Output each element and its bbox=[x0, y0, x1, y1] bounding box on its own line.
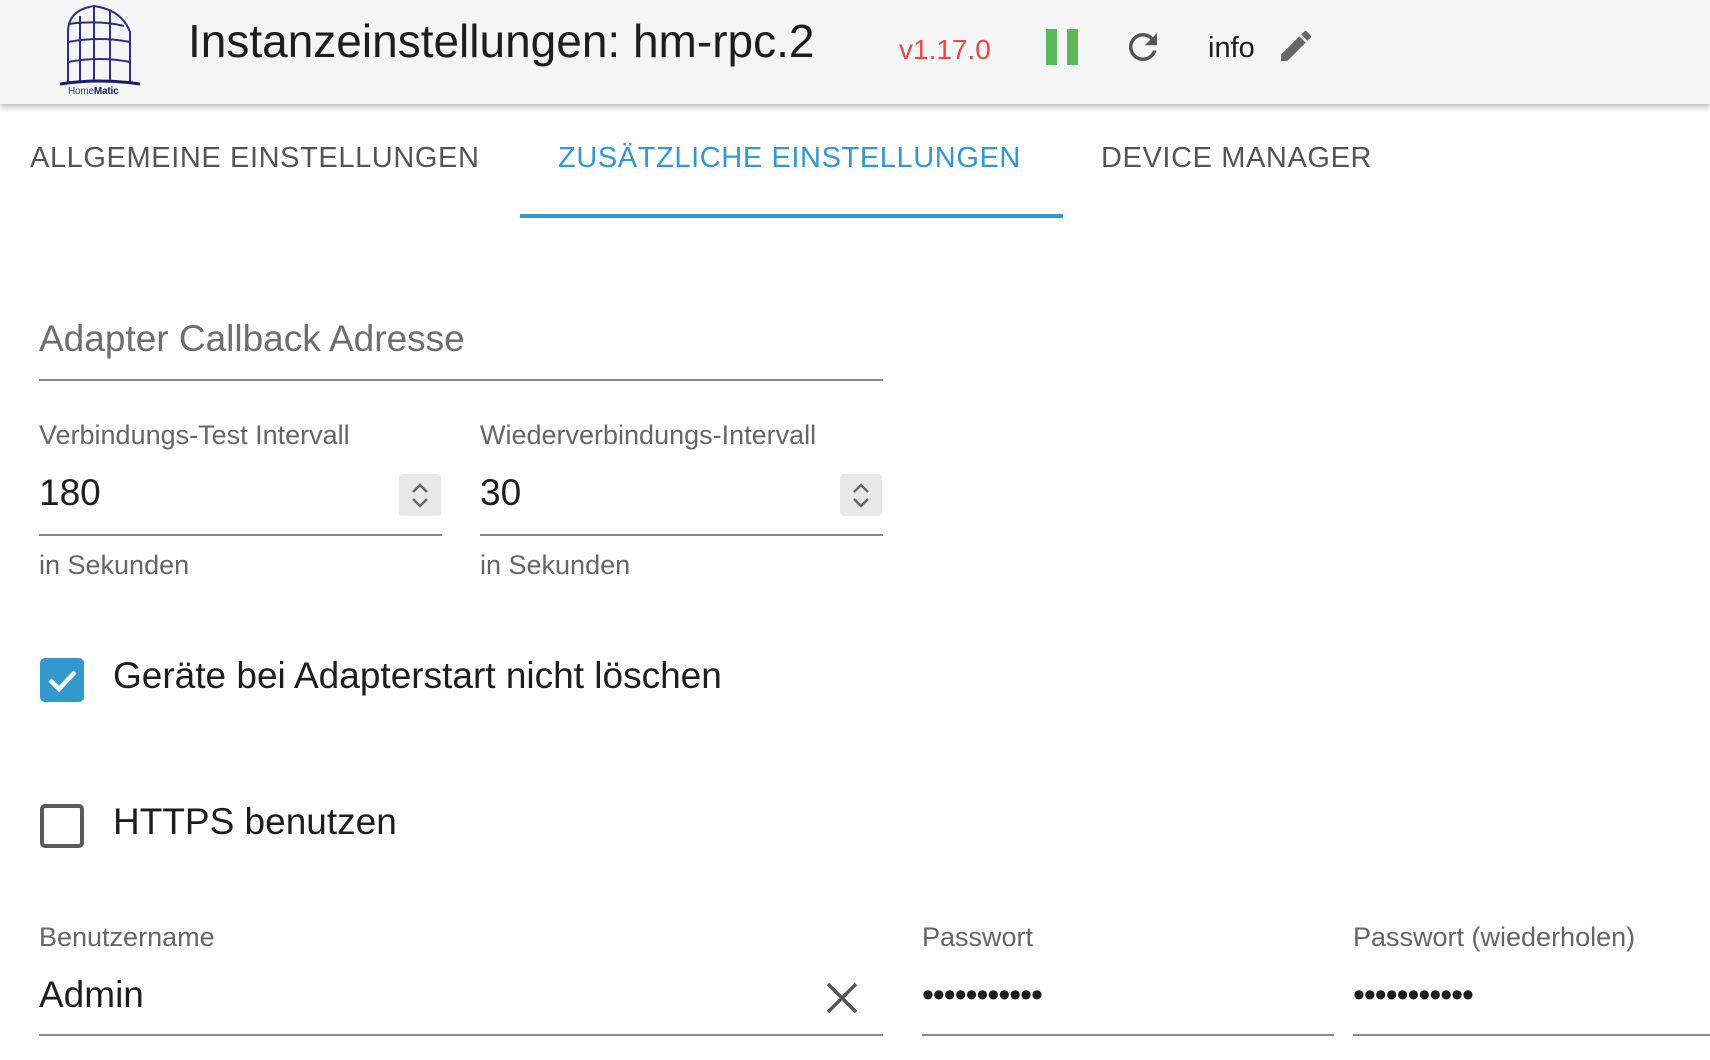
username-underline bbox=[39, 1034, 883, 1036]
reconnect-interval-underline bbox=[480, 534, 883, 536]
homematic-logo: HomeMatic bbox=[59, 2, 141, 98]
password-label: Passwort bbox=[922, 922, 1034, 952]
test-interval-stepper[interactable] bbox=[399, 474, 441, 516]
tab-zusaetzliche-einstellungen[interactable]: ZUSÄTZLICHE EINSTELLUNGEN bbox=[558, 142, 1021, 175]
username-label: Benutzername bbox=[39, 922, 215, 952]
password-underline bbox=[922, 1034, 1334, 1036]
edit-icon[interactable] bbox=[1276, 26, 1316, 66]
test-interval-label: Verbindungs-Test Intervall bbox=[39, 420, 350, 450]
version-badge: v1.17.0 bbox=[899, 34, 991, 65]
page-title: Instanzeinstellungen: hm-rpc.2 bbox=[188, 15, 815, 67]
app-header: HomeMatic Instanzeinstellungen: hm-rpc.2… bbox=[0, 0, 1710, 104]
password-repeat-input[interactable]: ••••••••••• bbox=[1353, 976, 1474, 1015]
reconnect-interval-stepper[interactable] bbox=[840, 474, 882, 516]
tab-allgemeine-einstellungen[interactable]: ALLGEMEINE EINSTELLUNGEN bbox=[30, 142, 480, 175]
reconnect-interval-input[interactable]: 30 bbox=[480, 472, 521, 514]
password-repeat-label: Passwort (wiederholen) bbox=[1353, 922, 1636, 952]
check-icon bbox=[48, 670, 77, 693]
tab-bar: ALLGEMEINE EINSTELLUNGEN ZUSÄTZLICHE EIN… bbox=[0, 106, 1710, 220]
use-https-label[interactable]: HTTPS benutzen bbox=[113, 801, 397, 843]
dont-delete-devices-checkbox[interactable] bbox=[40, 658, 84, 702]
active-tab-indicator bbox=[520, 214, 1063, 218]
password-repeat-underline bbox=[1353, 1034, 1710, 1036]
use-https-checkbox[interactable] bbox=[40, 804, 84, 848]
callback-address-underline bbox=[39, 379, 883, 381]
homematic-logo-icon bbox=[59, 4, 141, 86]
test-interval-input[interactable]: 180 bbox=[39, 472, 101, 514]
reload-icon[interactable] bbox=[1122, 26, 1164, 68]
reconnect-interval-label: Wiederverbindungs-Intervall bbox=[480, 420, 817, 450]
password-input[interactable]: ••••••••••• bbox=[922, 976, 1043, 1015]
test-interval-helper: in Sekunden bbox=[39, 550, 190, 580]
clear-icon[interactable] bbox=[822, 978, 862, 1018]
logo-text: HomeMatic bbox=[68, 86, 119, 97]
tab-device-manager[interactable]: DEVICE MANAGER bbox=[1101, 142, 1372, 175]
callback-address-input[interactable]: Adapter Callback Adresse bbox=[39, 318, 465, 360]
reconnect-interval-helper: in Sekunden bbox=[480, 550, 631, 580]
username-input[interactable]: Admin bbox=[39, 974, 144, 1016]
pause-icon[interactable] bbox=[1046, 29, 1078, 65]
test-interval-underline bbox=[39, 534, 442, 536]
dont-delete-devices-label[interactable]: Geräte bei Adapterstart nicht löschen bbox=[113, 655, 722, 697]
info-button[interactable]: info bbox=[1208, 32, 1255, 65]
